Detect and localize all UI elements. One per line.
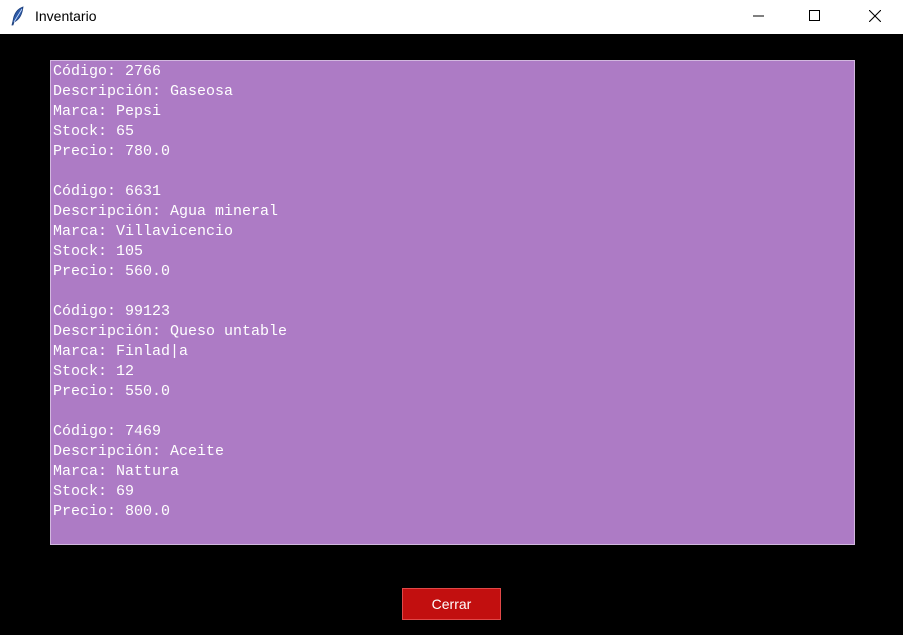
inventory-record: Código: 99123 Descripción: Queso untable… [53, 302, 852, 402]
record-price: Precio: 550.0 [53, 383, 171, 400]
inventory-text-area[interactable]: Código: 2766 Descripción: Gaseosa Marca:… [50, 60, 855, 545]
record-price: Precio: 560.0 [53, 263, 171, 280]
close-window-button[interactable] [852, 0, 898, 32]
window-title: Inventario [35, 8, 97, 24]
record-description: Descripción: Queso untable [53, 323, 288, 340]
record-stock: Stock: 65 [53, 123, 135, 140]
record-code: Código: 7469 [53, 423, 162, 440]
record-stock: Stock: 69 [53, 483, 135, 500]
close-icon [869, 10, 881, 22]
record-price: Precio: 780.0 [53, 143, 171, 160]
record-brand: Marca: Nattura [53, 463, 180, 480]
record-description: Descripción: Aceite [53, 443, 225, 460]
inventory-window: Inventario Código: 2766 Descripción: Gas… [0, 0, 903, 635]
title-bar[interactable]: Inventario [0, 0, 903, 34]
record-price: Precio: 800.0 [53, 503, 171, 520]
record-brand: Marca: Pepsi [53, 103, 162, 120]
record-brand: Marca: Finlad|a [53, 343, 189, 360]
close-button[interactable]: Cerrar [402, 588, 501, 620]
record-stock: Stock: 105 [53, 243, 144, 260]
record-brand: Marca: Villavicencio [53, 223, 234, 240]
feather-icon [10, 6, 26, 26]
minimize-icon [753, 15, 764, 17]
maximize-button[interactable] [792, 0, 838, 32]
record-stock: Stock: 12 [53, 363, 135, 380]
maximize-icon [809, 10, 820, 21]
minimize-button[interactable] [736, 0, 782, 32]
record-description: Descripción: Agua mineral [53, 203, 279, 220]
record-description: Descripción: Gaseosa [53, 83, 234, 100]
record-code: Código: 2766 [53, 63, 162, 80]
record-code: Código: 6631 [53, 183, 162, 200]
inventory-record: Código: 2766 Descripción: Gaseosa Marca:… [53, 62, 852, 162]
inventory-record: Código: 7469 Descripción: Aceite Marca: … [53, 422, 852, 522]
inventory-record: Código: 6631 Descripción: Agua mineral M… [53, 182, 852, 282]
record-code: Código: 99123 [53, 303, 171, 320]
